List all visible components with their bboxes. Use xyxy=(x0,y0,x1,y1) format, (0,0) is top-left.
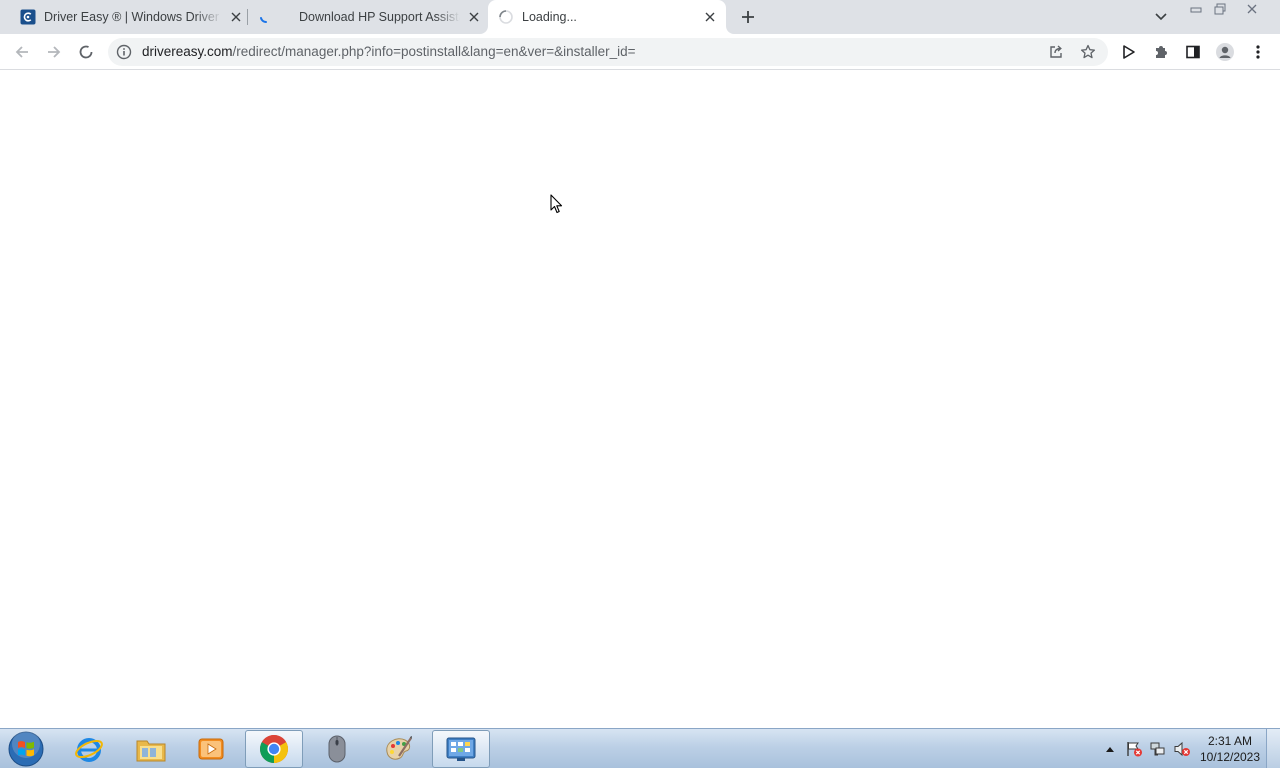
minimize-button[interactable] xyxy=(1184,1,1208,17)
taskbar-file-explorer[interactable] xyxy=(122,730,180,768)
taskbar-chrome[interactable] xyxy=(245,730,303,768)
extensions-button[interactable] xyxy=(1147,38,1175,66)
page-content xyxy=(0,71,1280,728)
mouse-icon xyxy=(326,734,348,764)
internet-explorer-icon xyxy=(74,734,104,764)
network-icon[interactable] xyxy=(1146,739,1170,759)
chevron-up-icon xyxy=(1106,746,1114,752)
close-window-button[interactable] xyxy=(1232,1,1272,17)
taskbar-media-player[interactable] xyxy=(182,730,240,768)
back-button[interactable] xyxy=(8,38,36,66)
menu-button[interactable] xyxy=(1244,38,1272,66)
mouse-cursor-icon xyxy=(550,194,564,214)
close-icon[interactable] xyxy=(228,9,244,25)
windows-start-icon xyxy=(8,731,44,767)
kebab-menu-icon xyxy=(1256,44,1260,60)
play-triangle-icon xyxy=(1122,44,1136,60)
paint-icon xyxy=(383,734,415,764)
chrome-icon xyxy=(258,733,290,765)
tab-title: Driver Easy ® | Windows Driver Updater xyxy=(44,10,222,24)
control-panel-icon xyxy=(445,735,477,763)
clock-date: 10/12/2023 xyxy=(1199,750,1261,764)
loading-spinner-icon xyxy=(78,44,94,60)
extension-button[interactable] xyxy=(1115,38,1143,66)
system-tray xyxy=(1098,729,1194,768)
stop-loading-button[interactable] xyxy=(72,38,100,66)
volume-muted-icon[interactable] xyxy=(1170,739,1194,759)
tab-search-button[interactable] xyxy=(1150,6,1172,28)
avatar xyxy=(1215,42,1235,62)
arrow-left-icon xyxy=(14,44,30,60)
loading-spinner-icon xyxy=(498,9,514,25)
system-clock[interactable]: 2:31 AM 10/12/2023 xyxy=(1196,733,1264,765)
chevron-down-icon xyxy=(1155,13,1167,21)
start-button[interactable] xyxy=(6,730,46,768)
tab-hp-support-assistant[interactable]: Download HP Support Assistant | Driver E… xyxy=(250,0,482,34)
action-center-icon[interactable] xyxy=(1122,739,1146,759)
taskbar-paint[interactable] xyxy=(370,730,428,768)
tab-driver-easy[interactable]: Driver Easy ® | Windows Driver Updater xyxy=(12,0,244,34)
info-icon[interactable] xyxy=(116,44,132,60)
media-player-icon xyxy=(196,735,226,763)
tab-separator xyxy=(247,9,248,25)
tab-title: Loading... xyxy=(522,10,577,24)
clock-time: 2:31 AM xyxy=(1207,734,1253,748)
forward-button[interactable] xyxy=(40,38,68,66)
tab-title: Download HP Support Assistant | Driver E… xyxy=(299,10,460,24)
browser-toolbar: drivereasy.com/redirect/manager.php?info… xyxy=(0,34,1280,70)
share-icon[interactable] xyxy=(1046,42,1066,62)
restore-button[interactable] xyxy=(1208,1,1232,17)
close-icon[interactable] xyxy=(466,9,482,25)
address-bar[interactable]: drivereasy.com/redirect/manager.php?info… xyxy=(108,38,1108,66)
plus-icon xyxy=(741,10,755,24)
taskbar-control-panel[interactable] xyxy=(432,730,490,768)
tab-loading[interactable]: Loading... xyxy=(488,0,726,34)
side-panel-button[interactable] xyxy=(1179,38,1207,66)
show-desktop-button[interactable] xyxy=(1266,729,1280,768)
profile-button[interactable] xyxy=(1211,38,1239,66)
arrow-right-icon xyxy=(46,44,62,60)
tab-strip: Driver Easy ® | Windows Driver Updater D… xyxy=(0,0,1280,34)
windows-taskbar: 2:31 AM 10/12/2023 xyxy=(0,728,1280,768)
url-host: drivereasy.com xyxy=(142,44,233,59)
show-hidden-icons-button[interactable] xyxy=(1098,739,1122,759)
driver-easy-icon xyxy=(20,9,36,25)
loading-spinner-icon xyxy=(258,9,274,25)
url-text: drivereasy.com/redirect/manager.php?info… xyxy=(142,44,636,59)
side-panel-icon xyxy=(1185,44,1201,60)
url-path: /redirect/manager.php?info=postinstall&l… xyxy=(232,44,636,59)
new-tab-button[interactable] xyxy=(736,5,760,29)
window-controls xyxy=(1184,1,1272,17)
puzzle-icon xyxy=(1153,44,1169,60)
file-explorer-icon xyxy=(135,735,167,763)
taskbar-mouse-settings[interactable] xyxy=(308,730,366,768)
star-icon[interactable] xyxy=(1078,42,1098,62)
close-icon[interactable] xyxy=(702,9,718,25)
taskbar-internet-explorer[interactable] xyxy=(60,730,118,768)
